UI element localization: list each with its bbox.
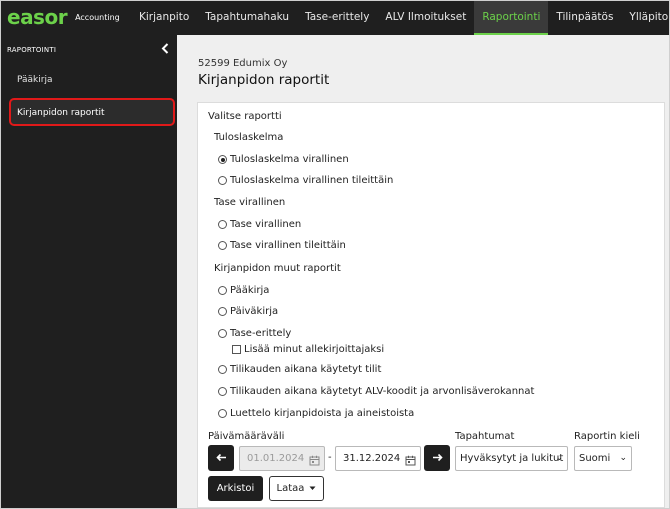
calendar-icon[interactable] — [405, 452, 416, 466]
option-label: Tase virallinen tileittäin — [230, 240, 346, 251]
nav-tase-erittely[interactable]: Tase-erittely — [297, 1, 377, 35]
radio-button[interactable] — [218, 329, 227, 338]
nav-yllapito[interactable]: Ylläpito — [621, 1, 669, 35]
radio-button[interactable] — [218, 409, 227, 418]
nav-raportointi[interactable]: Raportointi — [474, 1, 549, 35]
option-label: Päiväkirja — [230, 306, 279, 317]
nav-tapahtumahaku[interactable]: Tapahtumahaku — [197, 1, 297, 35]
start-date-value: 01.01.2024 — [247, 453, 305, 464]
language-label: Raportin kieli — [574, 431, 640, 442]
radio-button[interactable] — [218, 286, 227, 295]
option-tuloslaskelma-virallinen-tileittain[interactable]: Tuloslaskelma virallinen tileittäin — [218, 175, 393, 186]
brand-logo[interactable]: easor Accounting — [7, 7, 120, 27]
signer-checkbox-row[interactable]: Lisää minut allekirjoittajaksi — [232, 344, 384, 355]
option-label: Luettelo kirjanpidoista ja aineistoista — [230, 408, 415, 419]
language-select[interactable]: Suomi ⌄ — [574, 446, 632, 471]
top-navigation: easor Accounting Kirjanpito Tapahtumahak… — [1, 1, 669, 35]
brand-subtitle: Accounting — [75, 13, 120, 22]
download-button-label: Lataa — [276, 483, 305, 494]
radio-button[interactable] — [218, 387, 227, 396]
nav-alv-ilmoitukset[interactable]: ALV Ilmoitukset — [377, 1, 474, 35]
radio-button[interactable] — [218, 307, 227, 316]
group-label-tuloslaskelma: Tuloslaskelma — [214, 132, 284, 143]
transactions-label: Tapahtumat — [455, 431, 515, 442]
transactions-value: Hyväksytyt ja lukitut — [460, 453, 564, 464]
company-name: 52599 Edumix Oy — [198, 58, 288, 69]
nav-kirjanpito[interactable]: Kirjanpito — [131, 1, 197, 35]
transactions-select[interactable]: Hyväksytyt ja lukitut ⌄ — [455, 446, 568, 471]
report-form-card: Valitse raportti Tuloslaskelma Tuloslask… — [197, 102, 665, 508]
checkbox[interactable] — [232, 345, 241, 354]
radio-button[interactable] — [218, 365, 227, 374]
date-separator: - — [328, 452, 332, 463]
checkbox-label: Lisää minut allekirjoittajaksi — [244, 344, 385, 355]
main-menu: Kirjanpito Tapahtumahaku Tase-erittely A… — [131, 1, 669, 35]
option-tase-virallinen[interactable]: Tase virallinen — [218, 219, 301, 230]
group-label-tase-virallinen: Tase virallinen — [214, 197, 286, 208]
radio-button[interactable] — [218, 176, 227, 185]
caret-down-icon — [309, 483, 316, 494]
previous-period-button[interactable] — [208, 445, 234, 471]
arrow-right-icon — [432, 452, 443, 465]
chevron-down-icon: ⌄ — [555, 453, 563, 463]
option-label: Tilikauden aikana käytetyt ALV-koodit ja… — [230, 386, 535, 397]
option-label: Tuloslaskelma virallinen — [230, 154, 349, 165]
option-label: Tase virallinen — [230, 219, 302, 230]
group-label-muut-raportit: Kirjanpidon muut raportit — [214, 263, 341, 274]
option-alv-koodit[interactable]: Tilikauden aikana käytetyt ALV-koodit ja… — [218, 386, 534, 397]
option-tuloslaskelma-virallinen[interactable]: Tuloslaskelma virallinen — [218, 154, 349, 165]
calendar-icon[interactable] — [309, 452, 320, 466]
brand-name: easor — [7, 5, 68, 29]
start-date-input[interactable]: 01.01.2024 — [239, 446, 325, 471]
date-range-label: Päivämääräväli — [208, 431, 285, 442]
option-paivakirja[interactable]: Päiväkirja — [218, 306, 278, 317]
sidebar-item-kirjanpidon-raportit[interactable]: Kirjanpidon raportit — [9, 98, 175, 126]
chevron-left-icon[interactable] — [160, 43, 170, 55]
radio-button[interactable] — [218, 220, 227, 229]
option-paakirja[interactable]: Pääkirja — [218, 285, 269, 296]
option-tase-erittely[interactable]: Tase-erittely — [218, 328, 291, 339]
option-tase-virallinen-tileittain[interactable]: Tase virallinen tileittäin — [218, 240, 346, 251]
option-kaytetyt-tilit[interactable]: Tilikauden aikana käytetyt tilit — [218, 364, 381, 375]
sidebar-heading: RAPORTOINTI — [7, 46, 57, 54]
end-date-value: 31.12.2024 — [343, 453, 401, 464]
end-date-input[interactable]: 31.12.2024 — [335, 446, 421, 471]
form-title: Valitse raportti — [208, 111, 282, 122]
next-period-button[interactable] — [424, 445, 450, 471]
archive-button[interactable]: Arkistoi — [208, 476, 263, 501]
radio-button[interactable] — [218, 241, 227, 250]
option-label: Pääkirja — [230, 285, 270, 296]
sidebar-item-paakirja[interactable]: Pääkirja — [9, 67, 175, 95]
page-title: Kirjanpidon raportit — [198, 72, 330, 88]
option-label: Tase-erittely — [230, 328, 292, 339]
app-window: easor Accounting Kirjanpito Tapahtumahak… — [0, 0, 670, 509]
nav-tilinpaatos[interactable]: Tilinpäätös — [548, 1, 621, 35]
option-label: Tuloslaskelma virallinen tileittäin — [230, 175, 394, 186]
arrow-left-icon — [215, 452, 227, 465]
radio-button[interactable] — [218, 155, 227, 164]
download-button[interactable]: Lataa — [269, 476, 324, 501]
language-value: Suomi — [579, 453, 611, 464]
chevron-down-icon: ⌄ — [619, 453, 627, 463]
main-content: 52599 Edumix Oy Kirjanpidon raportit Val… — [177, 35, 669, 508]
sidebar: RAPORTOINTI Pääkirja Kirjanpidon raporti… — [1, 35, 177, 508]
option-label: Tilikauden aikana käytetyt tilit — [230, 364, 382, 375]
option-luettelo[interactable]: Luettelo kirjanpidoista ja aineistoista — [218, 408, 414, 419]
